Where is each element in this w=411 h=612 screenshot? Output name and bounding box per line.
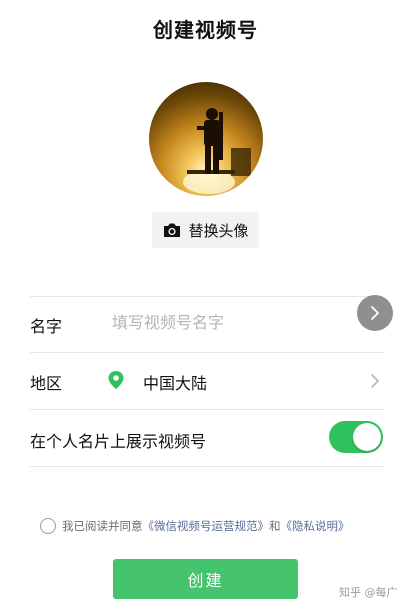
divider — [30, 466, 383, 467]
location-pin-icon — [107, 370, 125, 394]
chevron-right-icon — [371, 306, 379, 320]
divider — [30, 352, 383, 353]
change-avatar-button[interactable]: 替换头像 — [152, 212, 259, 248]
avatar-photo — [183, 108, 251, 194]
agreement-prefix: 我已阅读并同意 — [62, 519, 143, 533]
avatar[interactable] — [149, 82, 263, 196]
change-avatar-label: 替换头像 — [188, 221, 249, 240]
show-on-card-toggle[interactable] — [329, 421, 383, 453]
create-button[interactable]: 创建 — [113, 559, 298, 599]
camera-icon — [162, 222, 182, 238]
divider — [30, 409, 383, 410]
name-input[interactable] — [104, 308, 360, 336]
page-title: 创建视频号 — [153, 18, 258, 42]
privacy-link[interactable]: 《隐私说明》 — [281, 518, 350, 534]
toggle-knob — [353, 423, 381, 451]
agreement: 我已阅读并同意 《微信视频号运营规范》 和 《隐私说明》 — [40, 518, 350, 534]
chevron-right-icon[interactable] — [370, 373, 380, 393]
name-label: 名字 — [30, 317, 63, 336]
divider — [30, 296, 383, 297]
region-value[interactable]: 中国大陆 — [143, 370, 207, 394]
terms-link[interactable]: 《微信视频号运营规范》 — [143, 518, 270, 534]
agreement-and: 和 — [269, 519, 281, 533]
show-on-card-label: 在个人名片上展示视频号 — [30, 432, 207, 451]
watermark: 知乎 @每广 — [339, 586, 398, 599]
region-label: 地区 — [30, 374, 63, 393]
agree-checkbox[interactable] — [40, 518, 56, 534]
next-button[interactable] — [357, 295, 393, 331]
